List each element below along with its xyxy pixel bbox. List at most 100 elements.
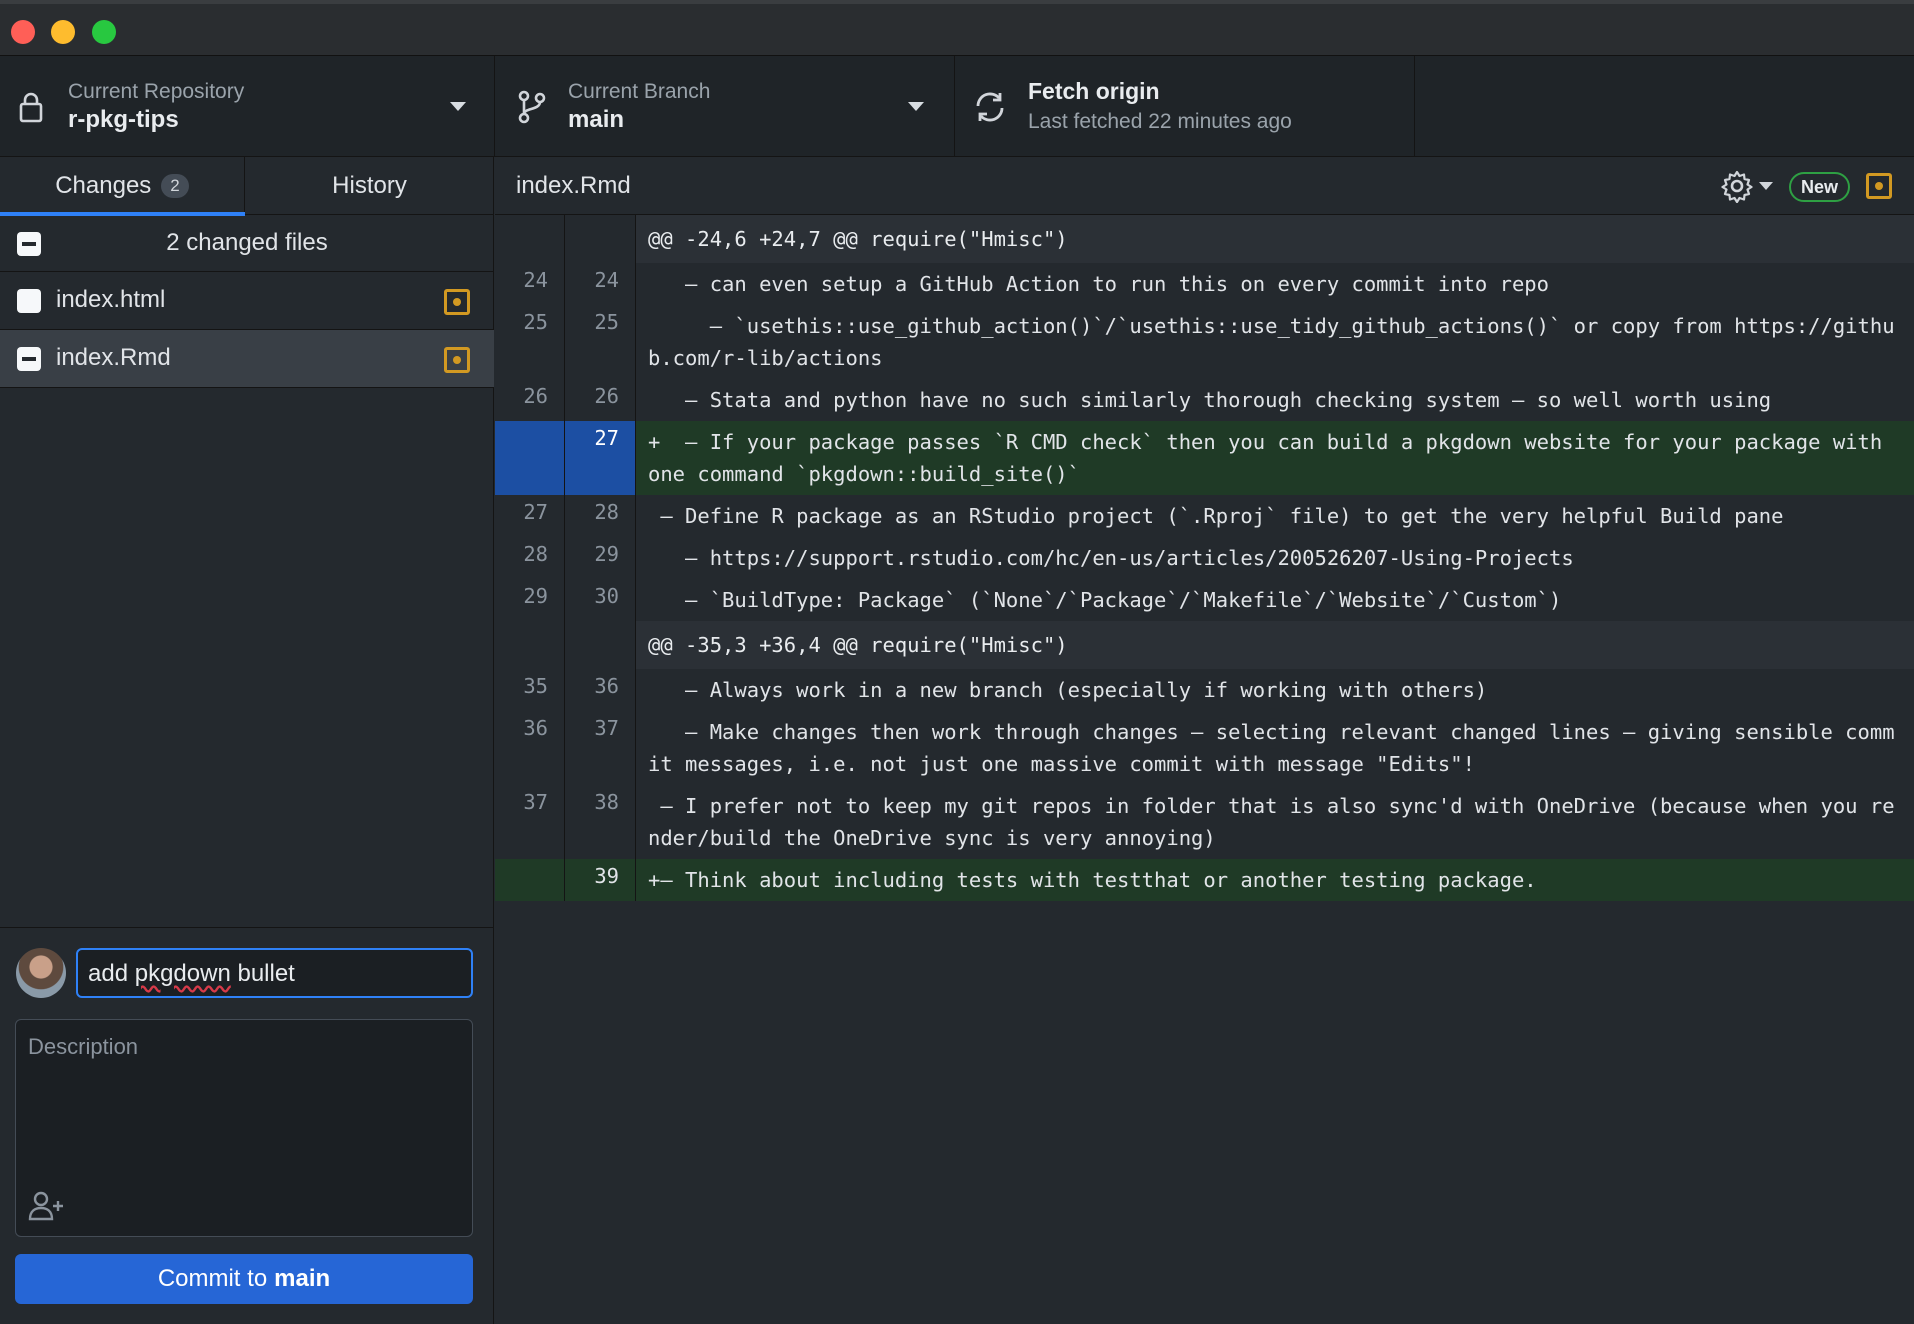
old-line-number bbox=[495, 215, 565, 263]
diff-line-text: – I prefer not to keep my git repos in f… bbox=[636, 785, 1914, 859]
file-modified-icon bbox=[1866, 173, 1892, 199]
diff-line-text: @@ -24,6 +24,7 @@ require("Hmisc") bbox=[636, 215, 1914, 263]
old-line-number: 25 bbox=[495, 305, 565, 379]
commit-button[interactable]: Commit to main bbox=[15, 1254, 473, 1304]
diff-line[interactable]: 26 26 – Stata and python have no such si… bbox=[495, 379, 1914, 421]
current-branch-dropdown[interactable]: Current Branch main bbox=[495, 56, 955, 157]
new-line-number bbox=[565, 621, 636, 669]
current-branch-label: Current Branch bbox=[568, 80, 711, 103]
summary-text: add bbox=[88, 960, 135, 987]
window-titlebar bbox=[0, 0, 1914, 56]
diff-line-text: – can even setup a GitHub Action to run … bbox=[636, 263, 1914, 305]
zoom-window-button[interactable] bbox=[92, 20, 116, 44]
diff-header: index.Rmd New bbox=[495, 157, 1914, 215]
commit-summary-input[interactable]: add pkgdown bullet bbox=[76, 948, 473, 998]
old-line-number: 35 bbox=[495, 669, 565, 711]
old-line-number[interactable] bbox=[495, 859, 565, 901]
file-checkbox[interactable] bbox=[17, 347, 41, 371]
old-line-number: 28 bbox=[495, 537, 565, 579]
fetch-origin-button[interactable]: Fetch origin Last fetched 22 minutes ago bbox=[955, 56, 1415, 157]
file-row-index-rmd[interactable]: index.Rmd bbox=[0, 330, 494, 388]
lock-icon bbox=[14, 88, 48, 126]
current-repository-name: r-pkg-tips bbox=[68, 106, 179, 133]
diff-line-text: – Make changes then work through changes… bbox=[636, 711, 1914, 785]
old-line-number: 24 bbox=[495, 263, 565, 305]
diff-line-text: @@ -35,3 +36,4 @@ require("Hmisc") bbox=[636, 621, 1914, 669]
diff-panel: index.Rmd New @@ -24,6 +24,7 @@ require(… bbox=[495, 157, 1914, 1324]
current-repository-dropdown[interactable]: Current Repository r-pkg-tips bbox=[0, 56, 495, 157]
new-line-number: 37 bbox=[565, 711, 636, 785]
diff-file-name: index.Rmd bbox=[516, 172, 631, 199]
titlebar-strip bbox=[0, 0, 1914, 4]
diff-line[interactable]: 36 37 – Make changes then work through c… bbox=[495, 711, 1914, 785]
diff-line-text: – Always work in a new branch (especiall… bbox=[636, 669, 1914, 711]
file-name: index.html bbox=[56, 286, 166, 313]
diff-line[interactable]: 37 38 – I prefer not to keep my git repo… bbox=[495, 785, 1914, 859]
diff-line[interactable]: 24 24 – can even setup a GitHub Action t… bbox=[495, 263, 1914, 305]
sidebar-tabs: Changes 2 History bbox=[0, 157, 494, 216]
file-name: index.Rmd bbox=[56, 344, 171, 371]
tab-history[interactable]: History bbox=[245, 157, 494, 215]
current-repository-label: Current Repository bbox=[68, 80, 245, 103]
file-checkbox[interactable] bbox=[17, 289, 41, 313]
diff-line-added[interactable]: 27 + – If your package passes `R CMD che… bbox=[495, 421, 1914, 495]
tab-changes[interactable]: Changes 2 bbox=[0, 157, 245, 216]
chevron-down-icon[interactable] bbox=[1759, 182, 1773, 190]
person-add-icon[interactable] bbox=[28, 1190, 64, 1222]
changed-files-count: 2 changed files bbox=[166, 229, 328, 256]
new-line-number bbox=[565, 215, 636, 263]
commit-button-prefix: Commit to bbox=[157, 1265, 268, 1292]
commit-button-branch: main bbox=[274, 1265, 331, 1292]
changed-files-header: 2 changed files bbox=[0, 215, 494, 272]
fetch-origin-subtitle: Last fetched 22 minutes ago bbox=[1028, 110, 1292, 133]
new-line-number: 36 bbox=[565, 669, 636, 711]
new-file-badge: New bbox=[1789, 172, 1851, 202]
close-window-button[interactable] bbox=[11, 20, 35, 44]
summary-misspelled-word: pkgdown bbox=[134, 960, 231, 987]
diff-line[interactable]: 29 30 – `BuildType: Package` (`None`/`Pa… bbox=[495, 579, 1914, 621]
git-branch-icon bbox=[515, 88, 549, 126]
fetch-origin-title: Fetch origin bbox=[1028, 78, 1160, 104]
file-modified-icon bbox=[444, 347, 470, 373]
tab-history-label: History bbox=[332, 172, 407, 199]
old-line-number: 26 bbox=[495, 379, 565, 421]
new-line-number: 26 bbox=[565, 379, 636, 421]
chevron-down-icon bbox=[908, 102, 924, 111]
diff-line[interactable]: 27 28 – Define R package as an RStudio p… bbox=[495, 495, 1914, 537]
summary-text-rest: bullet bbox=[230, 960, 295, 987]
diff-line-added[interactable]: 39 +– Think about including tests with t… bbox=[495, 859, 1914, 901]
changes-count-badge: 2 bbox=[161, 174, 189, 198]
old-line-number: 27 bbox=[495, 495, 565, 537]
toolbar: Current Repository r-pkg-tips Current Br… bbox=[0, 56, 1914, 157]
minimize-window-button[interactable] bbox=[51, 20, 75, 44]
new-line-number[interactable]: 39 bbox=[565, 859, 636, 901]
diff-line-text: – https://support.rstudio.com/hc/en-us/a… bbox=[636, 537, 1914, 579]
diff-hunk-header: @@ -24,6 +24,7 @@ require("Hmisc") bbox=[495, 215, 1914, 263]
commit-description-textarea[interactable]: Description bbox=[15, 1019, 473, 1237]
old-line-number: 36 bbox=[495, 711, 565, 785]
file-modified-icon bbox=[444, 289, 470, 315]
diff-line-text: – `usethis::use_github_action()`/`usethi… bbox=[636, 305, 1914, 379]
file-row-index-html[interactable]: index.html bbox=[0, 272, 494, 330]
diff-line-text: – Stata and python have no such similarl… bbox=[636, 379, 1914, 421]
diff-line[interactable]: 28 29 – https://support.rstudio.com/hc/e… bbox=[495, 537, 1914, 579]
avatar bbox=[16, 948, 66, 998]
diff-line-text: + – If your package passes `R CMD check`… bbox=[636, 421, 1914, 495]
old-line-number: 37 bbox=[495, 785, 565, 859]
new-line-number: 28 bbox=[565, 495, 636, 537]
diff-line[interactable]: 25 25 – `usethis::use_github_action()`/`… bbox=[495, 305, 1914, 379]
new-line-number[interactable]: 27 bbox=[565, 421, 636, 495]
new-line-number: 24 bbox=[565, 263, 636, 305]
chevron-down-icon bbox=[450, 102, 466, 111]
gear-icon[interactable] bbox=[1720, 169, 1754, 204]
new-line-number: 30 bbox=[565, 579, 636, 621]
diff-hunk-header: @@ -35,3 +36,4 @@ require("Hmisc") bbox=[495, 621, 1914, 669]
diff-line-text: – `BuildType: Package` (`None`/`Package`… bbox=[636, 579, 1914, 621]
old-line-number[interactable] bbox=[495, 421, 565, 495]
diff-body: @@ -24,6 +24,7 @@ require("Hmisc") 24 24… bbox=[495, 215, 1914, 901]
sync-icon bbox=[973, 88, 1007, 126]
old-line-number: 29 bbox=[495, 579, 565, 621]
diff-line[interactable]: 35 36 – Always work in a new branch (esp… bbox=[495, 669, 1914, 711]
new-line-number: 38 bbox=[565, 785, 636, 859]
current-branch-name: main bbox=[568, 106, 625, 133]
